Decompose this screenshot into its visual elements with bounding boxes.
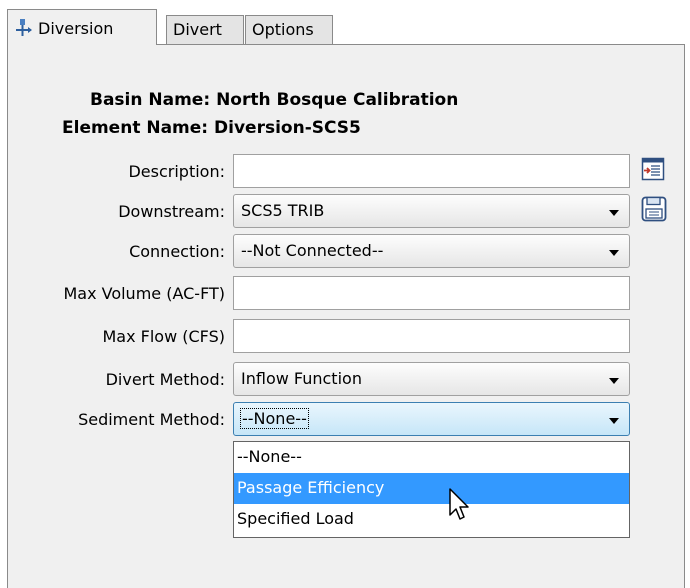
downstream-value: SCS5 TRIB — [241, 201, 325, 220]
tab-diversion-label: Diversion — [38, 19, 114, 38]
element-name-row: Element Name: Diversion-SCS5 — [62, 118, 361, 138]
tab-options[interactable]: Options — [245, 15, 333, 44]
mouse-pointer-icon — [448, 487, 470, 531]
tab-divert[interactable]: Divert — [166, 15, 244, 44]
element-name-value: Diversion-SCS5 — [214, 118, 361, 138]
divert-method-select[interactable]: Inflow Function — [233, 362, 630, 396]
dropdown-option-passage-efficiency[interactable]: Passage Efficiency — [234, 473, 629, 504]
dropdown-option-specified-load[interactable]: Specified Load — [234, 504, 629, 535]
tab-diversion[interactable]: Diversion — [7, 9, 157, 45]
connection-value: --Not Connected-- — [241, 241, 384, 260]
basin-name-label: Basin Name: — [90, 90, 211, 110]
sediment-method-dropdown: --None-- Passage Efficiency Specified Lo… — [233, 441, 630, 538]
downstream-label: Downstream: — [118, 202, 225, 221]
tab-divert-label: Divert — [173, 20, 222, 39]
sediment-method-label: Sediment Method: — [78, 410, 225, 429]
chevron-down-icon — [609, 210, 619, 216]
max-flow-input[interactable] — [233, 319, 630, 353]
chevron-down-icon — [609, 250, 619, 256]
chevron-down-icon — [609, 378, 619, 384]
connection-select[interactable]: --Not Connected-- — [233, 234, 630, 268]
description-label: Description: — [128, 162, 225, 181]
max-flow-label: Max Flow (CFS) — [102, 327, 225, 346]
chevron-down-icon — [609, 418, 619, 424]
downstream-select[interactable]: SCS5 TRIB — [233, 194, 630, 228]
basin-name-value: North Bosque Calibration — [216, 90, 459, 110]
divert-method-label: Divert Method: — [105, 370, 225, 389]
sediment-method-value: --None-- — [240, 408, 309, 429]
description-input[interactable] — [233, 154, 630, 188]
dropdown-option-none[interactable]: --None-- — [234, 442, 629, 473]
divert-method-value: Inflow Function — [241, 369, 362, 388]
diversion-icon — [14, 19, 34, 41]
element-name-label: Element Name: — [62, 118, 209, 138]
connection-label: Connection: — [129, 242, 225, 261]
basin-name-row: Basin Name: North Bosque Calibration — [90, 90, 458, 110]
tab-options-label: Options — [252, 20, 314, 39]
select-downstream-icon[interactable] — [641, 196, 667, 222]
max-volume-input[interactable] — [233, 276, 630, 310]
edit-description-icon[interactable] — [641, 157, 665, 181]
max-volume-label: Max Volume (AC-FT) — [63, 284, 225, 303]
sediment-method-select[interactable]: --None-- — [233, 402, 630, 436]
